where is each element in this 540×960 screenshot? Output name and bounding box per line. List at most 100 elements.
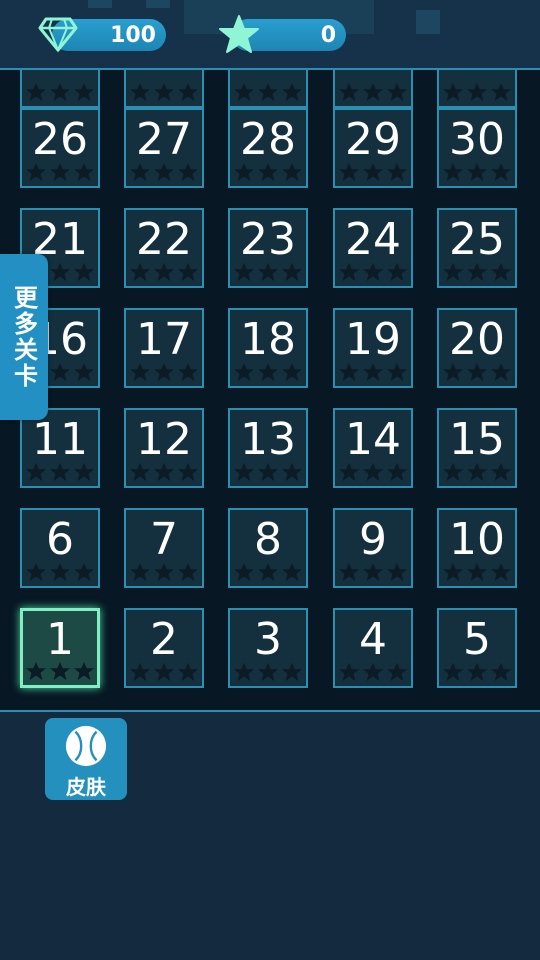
star-rating-icon bbox=[130, 562, 150, 582]
level-tile[interactable]: 26 bbox=[20, 108, 100, 188]
level-tile[interactable]: 14 bbox=[333, 408, 413, 488]
star-rating-icon bbox=[258, 362, 278, 382]
star-rating-icon bbox=[154, 82, 174, 102]
star-rating-icon bbox=[50, 661, 70, 681]
level-tile[interactable]: 12 bbox=[124, 408, 204, 488]
ball-icon bbox=[65, 725, 107, 767]
level-tile[interactable]: 22 bbox=[124, 208, 204, 288]
level-tile[interactable]: 8 bbox=[228, 508, 308, 588]
level-tile-partial[interactable] bbox=[333, 70, 413, 108]
star-rating bbox=[439, 662, 515, 682]
star-rating-icon bbox=[387, 162, 407, 182]
level-number: 27 bbox=[136, 114, 192, 165]
level-tile[interactable]: 6 bbox=[20, 508, 100, 588]
level-tile[interactable]: 15 bbox=[437, 408, 517, 488]
star-rating bbox=[335, 262, 411, 282]
star-rating-icon bbox=[339, 462, 359, 482]
star-rating-icon bbox=[74, 162, 94, 182]
level-number: 5 bbox=[463, 614, 491, 665]
level-tile[interactable]: 27 bbox=[124, 108, 204, 188]
level-number: 11 bbox=[32, 414, 88, 465]
star-rating-icon bbox=[282, 662, 302, 682]
level-tile[interactable]: 29 bbox=[333, 108, 413, 188]
level-number: 12 bbox=[136, 414, 192, 465]
star-rating-icon bbox=[339, 662, 359, 682]
star-rating bbox=[230, 162, 306, 182]
level-tile-partial[interactable] bbox=[124, 70, 204, 108]
level-tile[interactable]: 25 bbox=[437, 208, 517, 288]
header-decoration bbox=[88, 0, 112, 8]
star-rating-icon bbox=[26, 82, 46, 102]
level-tile[interactable]: 11 bbox=[20, 408, 100, 488]
star-rating-icon bbox=[363, 662, 383, 682]
level-tile[interactable]: 30 bbox=[437, 108, 517, 188]
level-tile[interactable]: 19 bbox=[333, 308, 413, 388]
level-tile-partial[interactable] bbox=[20, 70, 100, 108]
star-rating-icon bbox=[74, 462, 94, 482]
star-rating-icon bbox=[26, 162, 46, 182]
star-rating-icon bbox=[491, 362, 511, 382]
star-rating bbox=[126, 562, 202, 582]
star-rating-icon bbox=[443, 362, 463, 382]
level-tile[interactable]: 9 bbox=[333, 508, 413, 588]
star-rating-icon bbox=[178, 562, 198, 582]
star-rating-icon bbox=[74, 262, 94, 282]
skin-button-label: 皮肤 bbox=[66, 775, 106, 799]
star-rating bbox=[335, 462, 411, 482]
level-tile[interactable]: 23 bbox=[228, 208, 308, 288]
level-number: 13 bbox=[240, 414, 296, 465]
star-rating-icon bbox=[467, 162, 487, 182]
star-rating-icon bbox=[234, 662, 254, 682]
gems-count: 100 bbox=[110, 22, 156, 48]
star-rating-icon bbox=[467, 362, 487, 382]
star-rating-icon bbox=[258, 82, 278, 102]
star-rating-icon bbox=[467, 82, 487, 102]
level-tile[interactable]: 28 bbox=[228, 108, 308, 188]
star-rating-icon bbox=[339, 82, 359, 102]
star-rating bbox=[126, 162, 202, 182]
star-rating-icon bbox=[491, 662, 511, 682]
level-tile[interactable]: 2 bbox=[124, 608, 204, 688]
level-tile[interactable]: 17 bbox=[124, 308, 204, 388]
level-number: 9 bbox=[359, 514, 387, 565]
star-rating-icon bbox=[282, 362, 302, 382]
star-rating bbox=[439, 362, 515, 382]
star-rating-icon bbox=[178, 462, 198, 482]
level-tile-partial[interactable] bbox=[228, 70, 308, 108]
star-rating-icon bbox=[258, 462, 278, 482]
level-tile[interactable]: 1 bbox=[20, 608, 100, 688]
star-rating-icon bbox=[178, 262, 198, 282]
level-tile[interactable]: 3 bbox=[228, 608, 308, 688]
star-rating-icon bbox=[234, 562, 254, 582]
stars-count: 0 bbox=[320, 22, 336, 48]
star-rating-icon bbox=[387, 662, 407, 682]
level-tile[interactable]: 10 bbox=[437, 508, 517, 588]
star-rating bbox=[439, 262, 515, 282]
skin-button[interactable]: 皮肤 bbox=[45, 718, 127, 800]
level-tile[interactable]: 4 bbox=[333, 608, 413, 688]
star-rating-icon bbox=[387, 82, 407, 102]
level-tile[interactable]: 18 bbox=[228, 308, 308, 388]
more-levels-tab[interactable]: 更多关卡 bbox=[0, 254, 48, 420]
star-rating-icon bbox=[339, 262, 359, 282]
star-rating-icon bbox=[282, 562, 302, 582]
star-rating-icon bbox=[234, 162, 254, 182]
level-number: 10 bbox=[449, 514, 505, 565]
star-rating-icon bbox=[387, 462, 407, 482]
level-tile[interactable]: 24 bbox=[333, 208, 413, 288]
star-rating-icon bbox=[467, 562, 487, 582]
level-tile[interactable]: 13 bbox=[228, 408, 308, 488]
star-rating bbox=[439, 462, 515, 482]
star-rating-icon bbox=[130, 82, 150, 102]
level-tile[interactable]: 20 bbox=[437, 308, 517, 388]
level-tile[interactable]: 7 bbox=[124, 508, 204, 588]
level-tile[interactable]: 5 bbox=[437, 608, 517, 688]
star-rating bbox=[22, 82, 98, 102]
star-rating-icon bbox=[178, 362, 198, 382]
star-rating-icon bbox=[50, 462, 70, 482]
level-tile-partial[interactable] bbox=[437, 70, 517, 108]
star-rating bbox=[335, 82, 411, 102]
level-number: 15 bbox=[449, 414, 505, 465]
star-rating-icon bbox=[258, 162, 278, 182]
level-number: 25 bbox=[449, 214, 505, 265]
